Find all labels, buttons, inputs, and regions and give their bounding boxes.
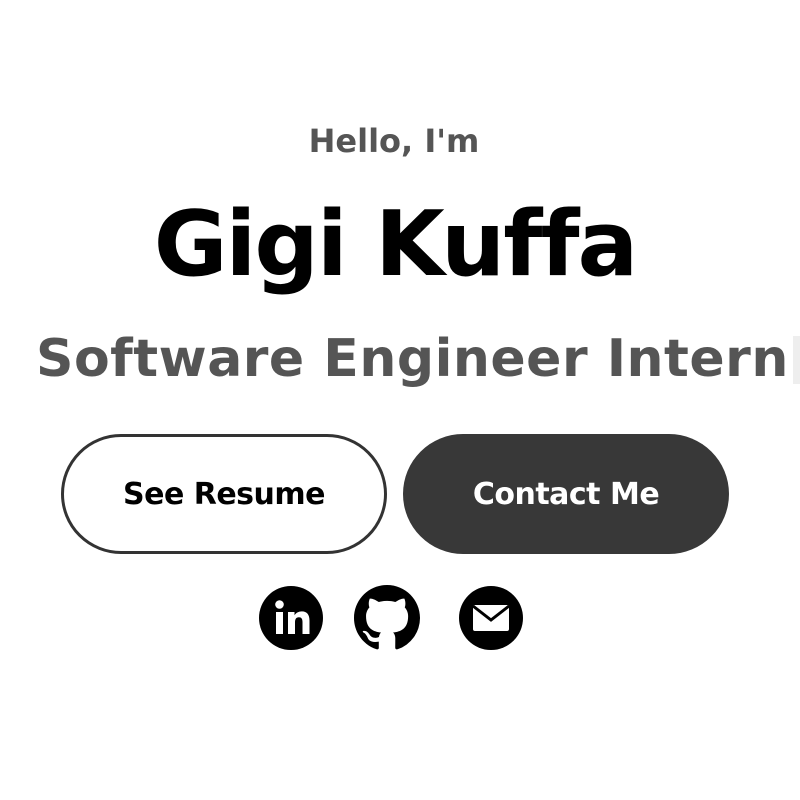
greeting-text: Hello, I'm bbox=[308, 122, 480, 160]
github-icon bbox=[354, 585, 420, 651]
hero-name: Gigi Kuffa bbox=[153, 192, 639, 297]
contact-me-button[interactable]: Contact Me bbox=[403, 434, 729, 554]
linkedin-icon bbox=[258, 585, 324, 651]
github-link[interactable] bbox=[354, 585, 420, 651]
role-typewriter: Software Engineer Intern bbox=[36, 328, 800, 390]
linkedin-link[interactable] bbox=[258, 585, 324, 651]
see-resume-button[interactable]: See Resume bbox=[61, 434, 387, 554]
typing-cursor bbox=[792, 336, 800, 384]
email-link[interactable] bbox=[458, 585, 524, 651]
email-icon bbox=[458, 585, 524, 651]
role-text: Software Engineer Intern bbox=[36, 329, 789, 389]
